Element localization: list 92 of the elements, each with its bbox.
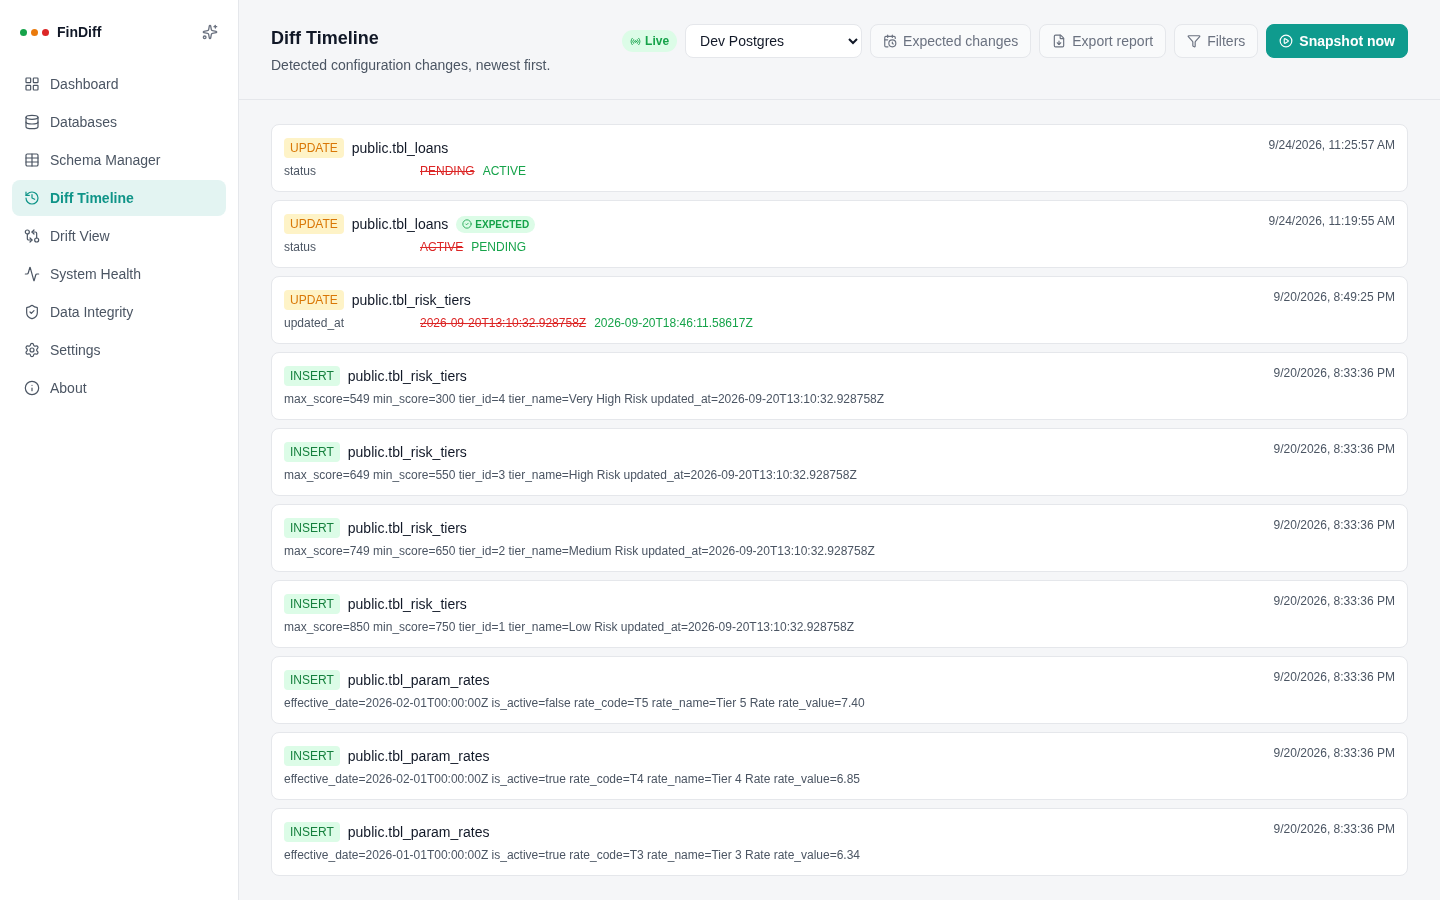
change-type-badge: INSERT	[284, 594, 340, 614]
timestamp: 9/20/2026, 8:33:36 PM	[1273, 670, 1395, 684]
timestamp: 9/20/2026, 8:33:36 PM	[1273, 442, 1395, 456]
table-name: public.tbl_risk_tiers	[351, 292, 471, 308]
calendar-icon	[883, 34, 898, 48]
field-name: status	[284, 240, 317, 254]
change-card[interactable]: INSERT public.tbl_risk_tiers 9/20/2026, 8:33:36 PM max_score=850 min_score=750 tier_id=1 tier_name=Low Risk updated_at=2026-09-20T13:10:32.928758Z	[271, 580, 1408, 648]
sidebar-item[interactable]: Drift View	[12, 218, 226, 254]
change-type-badge: INSERT	[284, 366, 340, 386]
change-type-badge: UPDATE	[284, 290, 344, 310]
old-value: 2026-09-20T13:10:32.928758Z	[420, 316, 587, 330]
shield-check-icon	[24, 304, 40, 320]
inserted-values: max_score=850 min_score=750 tier_id=1 tier_name=Low Risk updated_at=2026-09-20T13:10:32.928758Z	[284, 620, 855, 634]
change-card[interactable]: INSERT public.tbl_risk_tiers 9/20/2026, 8:33:36 PM max_score=749 min_score=650 tier_id=2 tier_name=Medium Risk updated_at=2026-09-20T13:10:32.928758Z	[271, 504, 1408, 572]
change-type-badge: INSERT	[284, 442, 340, 462]
toolbar-button[interactable]: Filters	[1174, 24, 1259, 58]
change-card[interactable]: INSERT public.tbl_risk_tiers 9/20/2026, 8:33:36 PM max_score=649 min_score=550 tier_id=3 tier_name=High Risk updated_at=2026-09-20T13:10:32.928758Z	[271, 428, 1408, 496]
inserted-values: effective_date=2026-02-01T00:00:00Z is_active=false rate_code=T5 rate_name=Tier 5 Rate rate_value=7.40	[284, 696, 865, 710]
sidebar-item[interactable]: System Health	[12, 256, 226, 292]
table-name: public.tbl_risk_tiers	[347, 368, 467, 384]
status-dot	[20, 28, 27, 36]
database-icon	[24, 114, 40, 130]
app-name: FinDiff	[57, 24, 103, 40]
table-icon	[24, 152, 40, 168]
timestamp: 9/20/2026, 8:33:36 PM	[1273, 594, 1395, 608]
table-name: public.tbl_param_rates	[347, 748, 490, 764]
inserted-values: max_score=649 min_score=550 tier_id=3 tier_name=High Risk updated_at=2026-09-20T13:10:32.928758Z	[284, 468, 857, 482]
old-value: PENDING	[420, 164, 475, 178]
change-card[interactable]: UPDATE public.tbl_risk_tiers 9/20/2026, 8:49:25 PM updated_at 2026-09-20T13:10:32.928758Z 2026-09-20T18:46:11.58617Z	[271, 276, 1408, 344]
timestamp: 9/20/2026, 8:33:36 PM	[1273, 746, 1395, 760]
settings-icon	[24, 342, 40, 358]
inserted-values: effective_date=2026-02-01T00:00:00Z is_active=true rate_code=T4 rate_name=Tier 4 Rate rate_value=6.85	[284, 772, 861, 786]
table-name: public.tbl_risk_tiers	[347, 596, 467, 612]
change-card[interactable]: INSERT public.tbl_param_rates 9/20/2026, 8:33:36 PM effective_date=2026-02-01T00:00:00Z is_active=false rate_code=T5 rate_name=Tier 5 Rate rate_value=7.40	[271, 656, 1408, 724]
change-type-badge: UPDATE	[284, 214, 344, 234]
inserted-values: effective_date=2026-01-01T00:00:00Z is_active=true rate_code=T3 rate_name=Tier 3 Rate rate_value=6.34	[284, 848, 861, 862]
sidebar-item[interactable]: About	[12, 370, 226, 406]
change-type-badge: INSERT	[284, 822, 340, 842]
timestamp: 9/24/2026, 11:25:57 AM	[1268, 138, 1395, 152]
filter-icon	[1187, 34, 1202, 48]
field-name: updated_at	[284, 316, 346, 330]
change-card[interactable]: INSERT public.tbl_param_rates 9/20/2026, 8:33:36 PM effective_date=2026-02-01T00:00:00Z is_active=true rate_code=T4 rate_name=Tier 4 Rate rate_value=6.85	[271, 732, 1408, 800]
table-name: public.tbl_loans	[351, 140, 449, 156]
status-dot	[31, 28, 38, 36]
sidebar-item[interactable]: Data Integrity	[12, 294, 226, 330]
file-download-icon	[1052, 34, 1067, 48]
table-name: public.tbl_loans	[351, 216, 449, 232]
inserted-values: max_score=549 min_score=300 tier_id=4 tier_name=Very High Risk updated_at=2026-09-20T13:10:32.928758Z	[284, 392, 885, 406]
timestamp: 9/20/2026, 8:33:36 PM	[1273, 366, 1395, 380]
toolbar-button[interactable]: Expected changes	[870, 24, 1032, 58]
sidebar-item[interactable]: Settings	[12, 332, 226, 368]
play-icon	[1279, 34, 1294, 48]
change-type-badge: INSERT	[284, 518, 340, 538]
table-name: public.tbl_param_rates	[347, 672, 490, 688]
expected-label: EXPECTED	[475, 218, 530, 230]
activity-icon	[24, 266, 40, 282]
field-name: status	[284, 164, 317, 178]
old-value: ACTIVE	[420, 240, 464, 254]
inserted-values: max_score=749 min_score=650 tier_id=2 tier_name=Medium Risk updated_at=2026-09-20T13:10:32.928758Z	[284, 544, 875, 558]
toolbar-button[interactable]: Export report	[1039, 24, 1167, 58]
live-label: Live	[645, 34, 670, 48]
new-value: ACTIVE	[482, 164, 527, 178]
change-type-badge: UPDATE	[284, 138, 344, 158]
compare-icon	[24, 228, 40, 244]
timestamp: 9/20/2026, 8:33:36 PM	[1273, 518, 1395, 532]
change-card[interactable]: INSERT public.tbl_risk_tiers 9/20/2026, 8:33:36 PM max_score=549 min_score=300 tier_id=4 tier_name=Very High Risk updated_at=2026-09-20T13:10:32.928758Z	[271, 352, 1408, 420]
grid-icon	[24, 76, 40, 92]
sidebar-item[interactable]: Databases	[12, 104, 226, 140]
change-card[interactable]: UPDATE public.tbl_loans EXPECTED 9/24/2026, 11:19:55 AM status ACTIVE PENDING	[271, 200, 1408, 268]
status-dot	[42, 28, 49, 36]
history-icon	[24, 190, 40, 206]
timestamp: 9/20/2026, 8:49:25 PM	[1273, 290, 1395, 304]
new-value: PENDING	[471, 240, 527, 254]
sidebar-item[interactable]: Schema Manager	[12, 142, 226, 178]
info-icon	[24, 380, 40, 396]
timestamp: 9/20/2026, 8:33:36 PM	[1273, 822, 1395, 836]
timestamp: 9/24/2026, 11:19:55 AM	[1268, 214, 1395, 228]
database-select[interactable]: Dev Postgres	[685, 24, 863, 58]
sidebar-item[interactable]: Dashboard	[12, 66, 226, 102]
sparkles-icon[interactable]	[202, 24, 218, 40]
change-card[interactable]: INSERT public.tbl_param_rates 9/20/2026, 8:33:36 PM effective_date=2026-01-01T00:00:00Z is_active=true rate_code=T3 rate_name=Tier 3 Rate rate_value=6.34	[271, 808, 1408, 876]
table-name: public.tbl_risk_tiers	[347, 444, 467, 460]
broadcast-icon	[630, 35, 642, 47]
check-icon	[462, 219, 473, 229]
page-title: Diff Timeline	[271, 28, 380, 49]
table-name: public.tbl_param_rates	[347, 824, 490, 840]
change-card[interactable]: UPDATE public.tbl_loans 9/24/2026, 11:25:57 AM status PENDING ACTIVE	[271, 124, 1408, 192]
page-subtitle: Detected configuration changes, newest first.	[271, 57, 552, 73]
table-name: public.tbl_risk_tiers	[347, 520, 467, 536]
new-value: 2026-09-20T18:46:11.58617Z	[594, 316, 753, 330]
change-type-badge: INSERT	[284, 746, 340, 766]
change-type-badge: INSERT	[284, 670, 340, 690]
